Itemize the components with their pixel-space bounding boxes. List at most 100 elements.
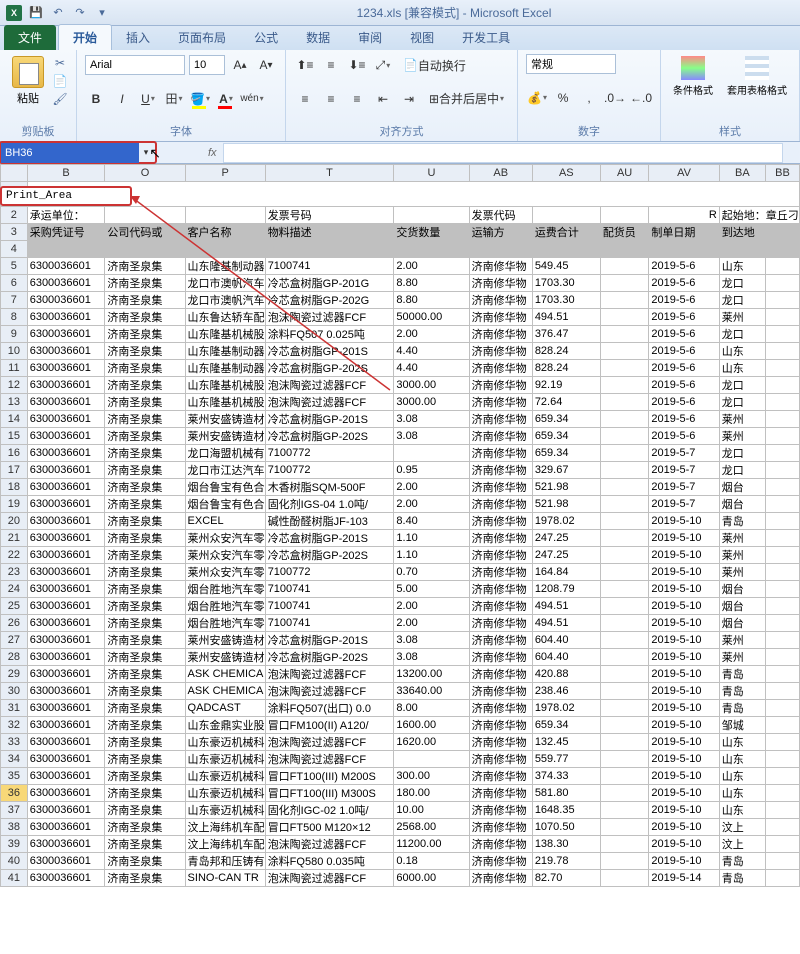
cell[interactable]: 6300036601 [27,581,105,598]
cell[interactable]: 0.70 [394,564,469,581]
align-left-icon[interactable]: ≡ [294,88,316,110]
cell[interactable]: 219.78 [532,853,600,870]
cell[interactable] [765,836,799,853]
tab-developer[interactable]: 开发工具 [448,25,524,50]
cell[interactable]: 6300036601 [27,734,105,751]
row-header-21[interactable]: 21 [1,530,28,547]
cell[interactable]: 莱州安盛铸造材 [185,632,265,649]
cell[interactable]: 济南修华物 [469,377,532,394]
qat-dropdown-icon[interactable]: ▾ [92,3,112,23]
cell[interactable]: 2019-5-7 [649,496,719,513]
cell[interactable]: 济南圣泉集 [105,683,185,700]
cell[interactable]: 冷芯盒树脂GP-202G [265,292,394,309]
column-header[interactable]: 物料描述 [265,224,394,241]
cell[interactable]: 济南修华物 [469,309,532,326]
cell[interactable]: 济南圣泉集 [105,445,185,462]
cell[interactable] [600,241,649,258]
underline-button[interactable]: U▾ [137,88,159,110]
row-header-15[interactable]: 15 [1,428,28,445]
cell[interactable] [600,751,649,768]
cell[interactable]: 泡沫陶瓷过滤器FCF [265,309,394,326]
cell[interactable]: 济南圣泉集 [105,751,185,768]
row-header-37[interactable]: 37 [1,802,28,819]
cell[interactable] [600,530,649,547]
cell[interactable] [600,428,649,445]
cell[interactable]: 13200.00 [394,666,469,683]
row-header-40[interactable]: 40 [1,853,28,870]
cell[interactable]: 1620.00 [394,734,469,751]
cell[interactable]: 1070.50 [532,819,600,836]
cell[interactable]: 山东金鼎实业股 [185,717,265,734]
cell[interactable]: 济南圣泉集 [105,700,185,717]
cell[interactable] [765,530,799,547]
cell[interactable]: 6300036601 [27,853,105,870]
cell[interactable]: 494.51 [532,309,600,326]
cell[interactable] [765,309,799,326]
row-header-36[interactable]: 36 [1,785,28,802]
cell[interactable]: 莱州众安汽车零 [185,564,265,581]
cell[interactable]: 3.08 [394,632,469,649]
tab-formulas[interactable]: 公式 [240,25,292,50]
row-header-26[interactable]: 26 [1,615,28,632]
cell[interactable] [394,445,469,462]
comma-button[interactable]: , [578,87,600,109]
cell[interactable] [765,343,799,360]
cell[interactable]: 山东豪迈机械科 [185,802,265,819]
align-bottom-icon[interactable]: ⬇≡ [346,54,368,76]
cell[interactable] [600,870,649,887]
cell[interactable]: QADCAST [185,700,265,717]
cell[interactable] [765,819,799,836]
cell[interactable] [600,411,649,428]
cell[interactable] [765,598,799,615]
cell[interactable] [600,717,649,734]
cell[interactable] [765,768,799,785]
cell[interactable]: 6000.00 [394,870,469,887]
cell[interactable]: 山东豪迈机械科 [185,768,265,785]
cell[interactable] [600,564,649,581]
cell[interactable]: 2019-5-10 [649,768,719,785]
cell[interactable]: 济南圣泉集 [105,428,185,445]
cell[interactable]: 2019-5-6 [649,411,719,428]
cell[interactable] [600,326,649,343]
cell[interactable] [765,241,799,258]
col-header-AS[interactable]: AS [532,165,600,182]
cell[interactable]: 济南圣泉集 [105,615,185,632]
row-header-35[interactable]: 35 [1,768,28,785]
col-header-AU[interactable]: AU [600,165,649,182]
cell[interactable]: 6300036601 [27,326,105,343]
cell[interactable]: 659.34 [532,445,600,462]
row-header-2[interactable]: 2 [1,207,28,224]
cell[interactable]: 青岛 [719,683,765,700]
cell[interactable]: 泡沫陶瓷过滤器FCF [265,377,394,394]
cell[interactable] [600,377,649,394]
orientation-icon[interactable]: ⤢▾ [372,54,394,76]
cell[interactable]: 济南圣泉集 [105,717,185,734]
cell[interactable]: 6300036601 [27,564,105,581]
cell[interactable]: 50000.00 [394,309,469,326]
cell[interactable]: 6300036601 [27,615,105,632]
cell[interactable]: ASK CHEMICA [185,666,265,683]
cell[interactable]: 581.80 [532,785,600,802]
cell[interactable]: 72.64 [532,394,600,411]
cell[interactable] [765,258,799,275]
font-name-select[interactable] [85,55,185,75]
cell[interactable]: 6300036601 [27,802,105,819]
cell[interactable]: 济南修华物 [469,632,532,649]
row-header-18[interactable]: 18 [1,479,28,496]
cell[interactable]: 2019-5-10 [649,598,719,615]
cell[interactable]: 烟台 [719,479,765,496]
cell[interactable]: 2019-5-10 [649,632,719,649]
cell[interactable]: 济南修华物 [469,445,532,462]
cell[interactable]: 莱州 [719,530,765,547]
cell[interactable]: 济南圣泉集 [105,343,185,360]
cell[interactable]: 659.34 [532,717,600,734]
row-header-20[interactable]: 20 [1,513,28,530]
row-header-41[interactable]: 41 [1,870,28,887]
cell[interactable]: R [649,207,719,224]
cell[interactable]: 7100741 [265,615,394,632]
cell[interactable]: 济南修华物 [469,411,532,428]
column-header[interactable]: 公司代码或 [105,224,185,241]
cell[interactable]: 2019-5-10 [649,836,719,853]
cell[interactable]: 济南修华物 [469,598,532,615]
cell[interactable]: 3000.00 [394,394,469,411]
